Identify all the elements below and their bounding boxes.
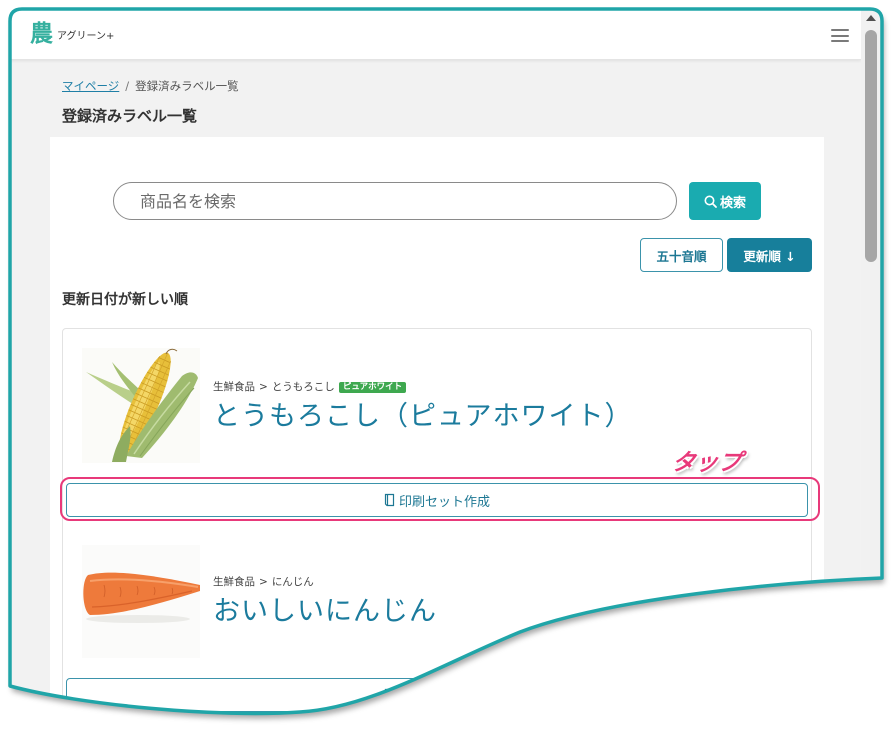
carrot-photo: [82, 545, 200, 658]
tap-annotation-label: タップ: [670, 450, 743, 476]
sort-updated-button[interactable]: 更新順 ↓: [727, 238, 812, 272]
search-icon: [704, 195, 717, 208]
corn-photo: [82, 348, 200, 463]
category-separator: >: [259, 381, 268, 393]
search-input[interactable]: [114, 183, 676, 219]
print-set-button[interactable]: 印刷セット作成: [66, 483, 808, 517]
breadcrumb-separator: /: [125, 79, 130, 93]
content-card: 検索 五十音順 更新順 ↓ 更新日付が新しい順: [50, 137, 824, 727]
product-name[interactable]: とうもろこし（ピュアホワイト）: [213, 398, 632, 436]
product-name[interactable]: おいしいにんじん: [213, 593, 437, 631]
variety-badge: ピュアホワイト: [339, 382, 406, 393]
sort-kana-button[interactable]: 五十音順: [640, 238, 723, 272]
hamburger-bar: [831, 29, 849, 31]
product-list: 生鮮食品 > とうもろこし ピュアホワイト とうもろこし（ピュアホワイト） 印刷セット…: [62, 328, 812, 718]
hamburger-bar: [831, 35, 849, 37]
app-screen: 農 アグリーン+ マイページ / 登録済みラベル一覧 登録済みラベル一覧 検索 五十…: [0, 0, 893, 735]
list-item: 生鮮食品 > とうもろこし ピュアホワイト とうもろこし（ピュアホワイト） 印刷セット…: [63, 329, 811, 529]
search-button[interactable]: 検索: [689, 182, 761, 220]
print-set-button[interactable]: 印刷セット作成: [66, 678, 808, 712]
app-header: 農 アグリーン+: [10, 9, 861, 60]
product-category: 生鮮食品 > にんじん: [213, 576, 314, 589]
book-icon: [384, 493, 395, 507]
breadcrumb: マイページ / 登録済みラベル一覧: [62, 79, 239, 93]
category-separator: >: [259, 576, 268, 588]
page-title: 登録済みラベル一覧: [62, 107, 198, 125]
category-label: 生鮮食品: [213, 576, 255, 588]
vertical-scrollbar[interactable]: [861, 9, 882, 709]
list-item: 生鮮食品 > にんじん おいしいにんじん 印刷セット作成: [63, 529, 811, 717]
corn-image[interactable]: [82, 348, 200, 463]
hamburger-bar: [831, 40, 849, 42]
breadcrumb-link-mypage[interactable]: マイページ: [62, 79, 119, 93]
carrot-image[interactable]: [82, 545, 200, 658]
search-button-label: 検索: [719, 195, 746, 211]
list-heading: 更新日付が新しい順: [62, 292, 188, 308]
hamburger-icon[interactable]: [831, 29, 849, 42]
category-label: 生鮮食品: [213, 381, 255, 393]
search-field[interactable]: [113, 182, 677, 220]
subcategory-label: にんじん: [271, 576, 314, 588]
print-set-label: 印刷セット作成: [398, 689, 490, 705]
logo-text[interactable]: アグリーン+: [57, 31, 114, 43]
product-category: 生鮮食品 > とうもろこし ピュアホワイト: [213, 381, 406, 394]
logo-mark[interactable]: 農: [30, 20, 53, 48]
scrollbar-thumb[interactable]: [865, 30, 877, 262]
subcategory-label: とうもろこし: [271, 381, 335, 393]
scroll-up-icon[interactable]: [866, 15, 876, 21]
print-set-label: 印刷セット作成: [398, 494, 490, 510]
book-icon: [384, 688, 395, 702]
breadcrumb-current: 登録済みラベル一覧: [135, 79, 239, 93]
